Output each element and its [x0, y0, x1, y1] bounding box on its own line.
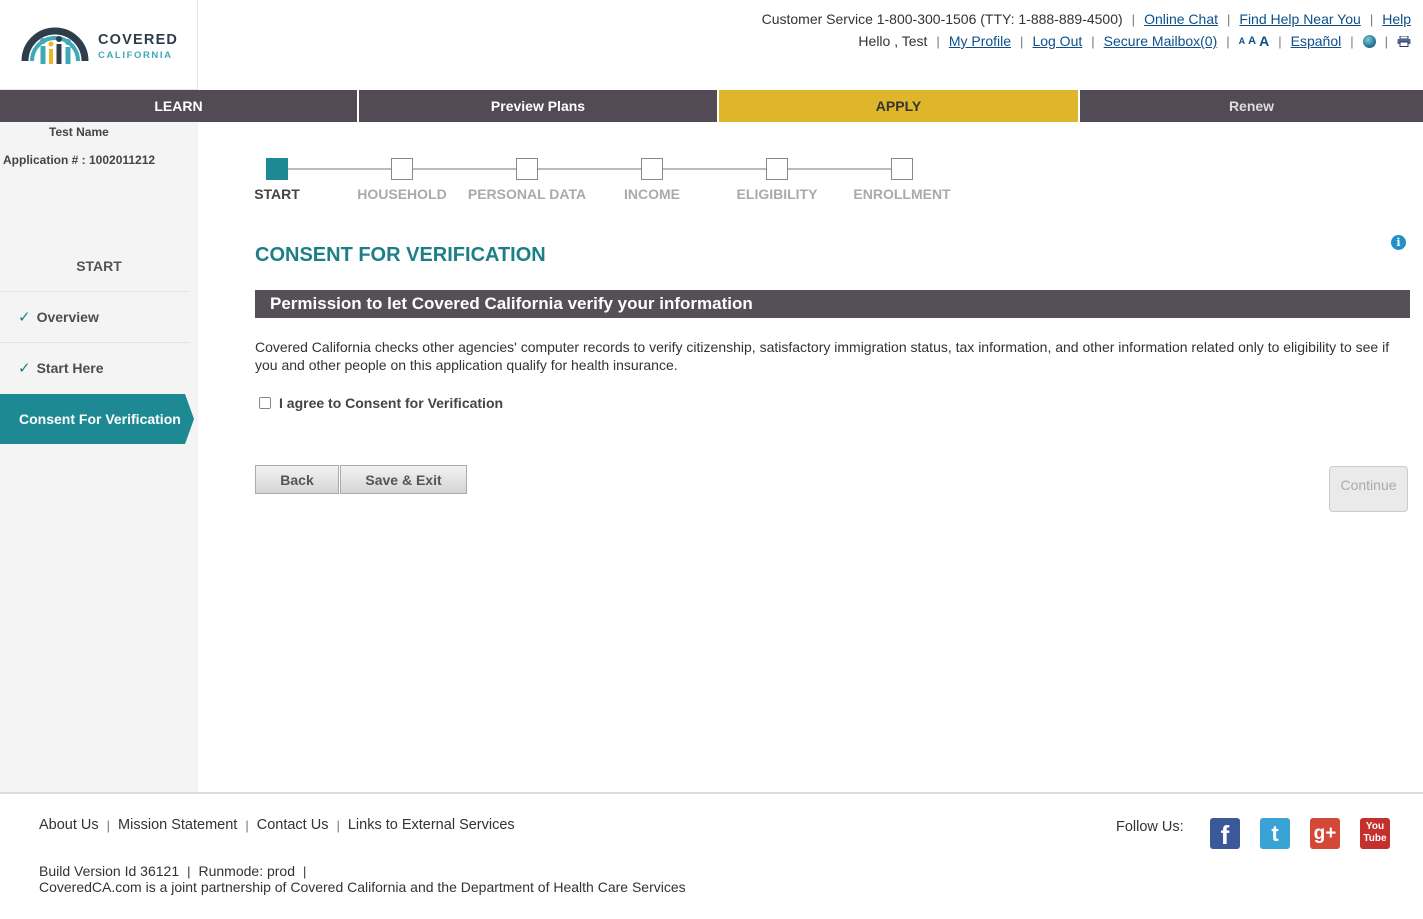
log-out-link[interactable]: Log Out: [1032, 33, 1082, 49]
font-size-medium-button[interactable]: A: [1248, 35, 1256, 47]
back-button[interactable]: Back: [255, 465, 339, 494]
page-title: CONSENT FOR VERIFICATION: [255, 244, 546, 266]
nav-learn[interactable]: LEARN: [0, 90, 359, 122]
footer-external-links[interactable]: Links to External Services: [348, 817, 515, 833]
twitter-icon[interactable]: t: [1260, 818, 1290, 849]
customer-service-text: Customer Service 1-800-300-1506 (TTY: 1-…: [761, 11, 1123, 27]
sidebar-item-start-here[interactable]: ✓ Start Here: [18, 359, 104, 377]
printer-icon[interactable]: [1397, 35, 1411, 47]
consent-checkbox-row[interactable]: I agree to Consent for Verification: [259, 395, 503, 411]
footer-mission-link[interactable]: Mission Statement: [118, 817, 237, 833]
save-exit-button[interactable]: Save & Exit: [340, 465, 467, 494]
footer-about-link[interactable]: About Us: [39, 817, 99, 833]
step-household-marker: [391, 158, 413, 180]
consent-checkbox[interactable]: [259, 397, 271, 409]
font-size-small-button[interactable]: A: [1239, 36, 1246, 46]
step-household-label: HOUSEHOLD: [357, 186, 447, 202]
espanol-link[interactable]: Español: [1291, 33, 1342, 49]
main-nav: LEARN Preview Plans APPLY Renew: [0, 90, 1423, 122]
footer-contact-link[interactable]: Contact Us: [257, 817, 329, 833]
sidebar-section-title: START: [76, 258, 122, 274]
info-icon[interactable]: i: [1391, 235, 1406, 250]
greeting-text: Hello , Test: [858, 33, 928, 49]
application-number: Application # : 1002011212: [3, 153, 156, 167]
build-version: Build Version Id 36121: [39, 863, 180, 879]
nav-preview-plans[interactable]: Preview Plans: [359, 90, 719, 122]
runmode: Runmode: prod: [198, 863, 296, 879]
step-enrollment-label: ENROLLMENT: [853, 186, 951, 202]
font-size-large-button[interactable]: A: [1259, 33, 1269, 49]
step-start-label: START: [254, 186, 300, 202]
step-start-marker: [266, 158, 288, 180]
online-chat-link[interactable]: Online Chat: [1144, 11, 1218, 27]
logo-line-2: CALIFORNIA: [98, 49, 173, 61]
find-help-link[interactable]: Find Help Near You: [1239, 11, 1360, 27]
footer-links: About Us | Mission Statement | Contact U…: [39, 817, 515, 833]
google-plus-icon[interactable]: g+: [1310, 818, 1340, 849]
consent-description: Covered California checks other agencies…: [255, 339, 1390, 373]
footer-divider: [0, 792, 1423, 794]
step-eligibility-label: ELIGIBILITY: [736, 186, 818, 202]
follow-us-label: Follow Us:: [1116, 819, 1184, 835]
build-info: Build Version Id 36121 | Runmode: prod |: [39, 863, 307, 879]
applicant-name: Test Name: [49, 125, 109, 139]
divider: [0, 342, 190, 343]
utility-row-2: Hello , Test | My Profile | Log Out | Se…: [858, 33, 1411, 49]
my-profile-link[interactable]: My Profile: [949, 33, 1011, 49]
continue-button[interactable]: Continue: [1329, 466, 1408, 512]
globe-icon[interactable]: [1362, 34, 1376, 48]
nav-renew[interactable]: Renew: [1080, 90, 1423, 122]
utility-row-1: Customer Service 1-800-300-1506 (TTY: 1-…: [761, 11, 1411, 27]
partnership-text: CoveredCA.com is a joint partnership of …: [39, 879, 686, 895]
covered-california-logo-icon: [21, 27, 89, 64]
help-link[interactable]: Help: [1382, 11, 1411, 27]
sidebar-item-label: Start Here: [36, 360, 104, 376]
step-personal-data-label: PERSONAL DATA: [467, 186, 587, 202]
logo[interactable]: COVERED CALIFORNIA: [0, 0, 198, 90]
nav-apply[interactable]: APPLY: [719, 90, 1080, 122]
step-enrollment-marker: [891, 158, 913, 180]
logo-wordmark: COVERED CALIFORNIA: [98, 33, 178, 60]
divider: [0, 291, 190, 292]
sidebar: Test Name Application # : 1002011212 STA…: [0, 122, 198, 792]
section-header: Permission to let Covered California ver…: [255, 290, 1410, 318]
step-eligibility-marker: [766, 158, 788, 180]
step-personal-data-marker: [516, 158, 538, 180]
step-income-label: INCOME: [624, 186, 680, 202]
facebook-icon[interactable]: f: [1210, 818, 1240, 850]
sidebar-item-overview[interactable]: ✓ Overview: [18, 308, 99, 326]
checkmark-icon: ✓: [18, 309, 31, 326]
consent-checkbox-label[interactable]: I agree to Consent for Verification: [279, 395, 503, 411]
secure-mailbox-link[interactable]: Secure Mailbox(0): [1104, 33, 1218, 49]
sidebar-item-consent-for-verification[interactable]: Consent For Verification: [0, 394, 194, 444]
progress-track: [277, 168, 902, 170]
logo-line-1: COVERED: [98, 32, 179, 48]
checkmark-icon: ✓: [18, 360, 31, 377]
sidebar-item-label: Overview: [36, 309, 99, 325]
youtube-icon[interactable]: You Tube: [1360, 818, 1390, 849]
step-income-marker: [641, 158, 663, 180]
